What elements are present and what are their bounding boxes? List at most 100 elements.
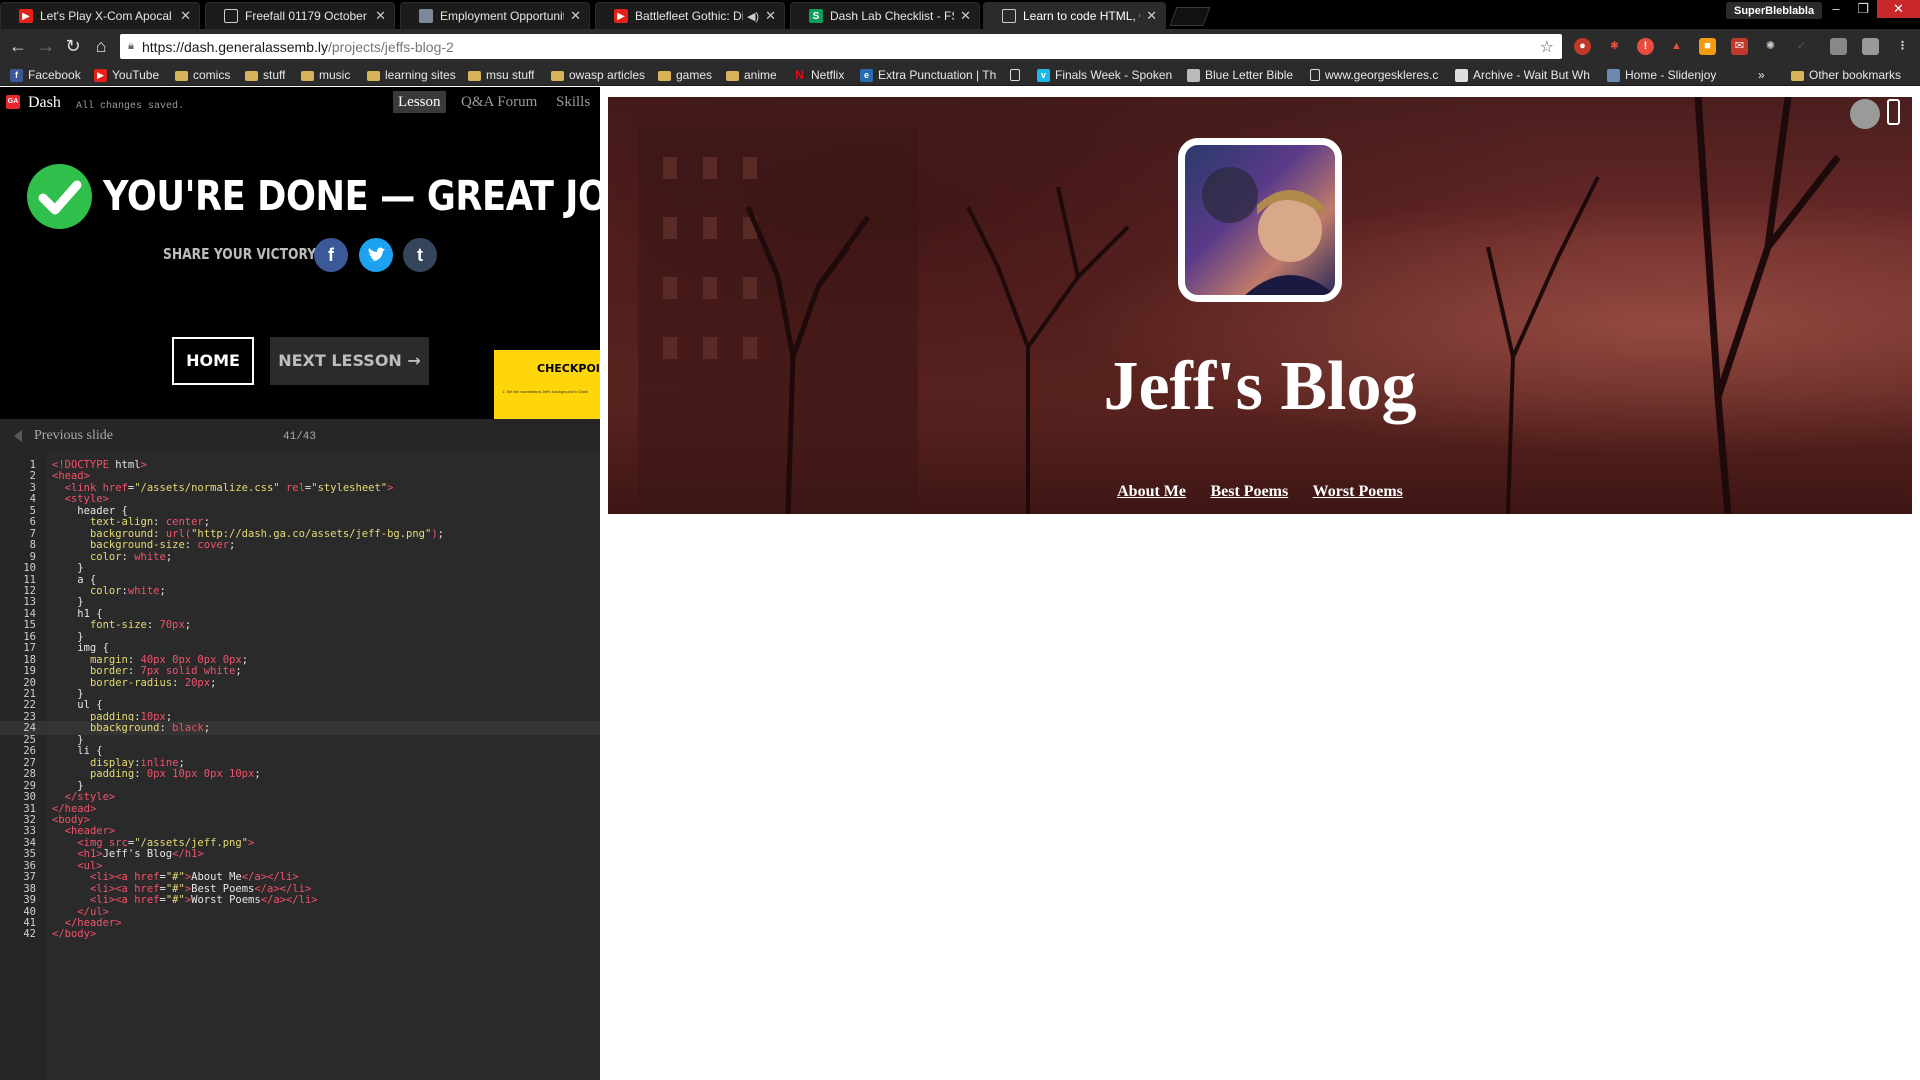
- bookmark-folder[interactable]: msu stuff: [468, 67, 534, 83]
- back-icon[interactable]: ←: [8, 36, 28, 56]
- tab-title: Battlefleet Gothic: Dis: [635, 9, 743, 23]
- youtube-icon: ▶: [94, 68, 107, 82]
- bookmark-folder[interactable]: comics: [175, 67, 230, 83]
- dash-brand[interactable]: Dash: [28, 94, 61, 112]
- bookmark-page[interactable]: [1010, 67, 1025, 83]
- browser-tab-active[interactable]: Learn to code HTML, CSS ✕: [983, 2, 1166, 29]
- close-icon[interactable]: ✕: [1146, 8, 1157, 24]
- tumblr-share-icon[interactable]: t: [403, 238, 437, 272]
- bookmark-blue-letter-bible[interactable]: Blue Letter Bible: [1187, 67, 1293, 83]
- share-label: SHARE YOUR VICTORY:: [163, 245, 321, 263]
- slide-navigation: Previous slide 41/43: [0, 419, 600, 452]
- page-icon: [1455, 68, 1468, 82]
- bookmark-slidenjoy[interactable]: Home - Slidenjoy: [1607, 67, 1716, 83]
- browser-tab[interactable]: Freefall 01179 October 2 ✕: [205, 2, 395, 29]
- sheets-icon: S: [809, 9, 823, 23]
- page-icon: [1010, 69, 1020, 81]
- browser-tab[interactable]: Employment Opportunit ✕: [400, 2, 590, 29]
- browser-tab[interactable]: ▶ Let's Play X-Com Apocal ✕: [0, 2, 200, 29]
- close-icon[interactable]: ✕: [180, 8, 191, 24]
- bookmark-georgeskleres[interactable]: www.georgeskleres.c: [1310, 67, 1445, 83]
- address-bar[interactable]: 🔒︎ https://dash.generalassemb.ly/project…: [120, 34, 1562, 59]
- browser-tab[interactable]: ▶ Battlefleet Gothic: Dis ◀) ✕: [595, 2, 785, 29]
- browser-tab[interactable]: S Dash Lab Checklist - FS1 ✕: [790, 2, 980, 29]
- tab-lesson[interactable]: Lesson: [393, 91, 446, 113]
- extension-icon[interactable]: ▲: [1668, 38, 1685, 55]
- code-text[interactable]: </body>: [52, 927, 96, 941]
- tab-skills[interactable]: Skills: [551, 91, 595, 113]
- chevron-left-icon: [14, 430, 22, 442]
- checkpoint-card[interactable]: CHECKPOINT 1. Set the wonderland Jeff's …: [494, 350, 600, 424]
- extension-icon[interactable]: ■: [1699, 38, 1716, 55]
- restore-icon[interactable]: ❐: [1850, 0, 1876, 18]
- bookmark-folder[interactable]: anime: [726, 67, 777, 83]
- new-tab-button[interactable]: [1169, 7, 1211, 26]
- extension-icon[interactable]: ✱: [1606, 38, 1623, 55]
- ga-logo[interactable]: GA: [6, 95, 20, 109]
- nav-item: Best Poems: [1200, 483, 1298, 500]
- bookmark-netflix[interactable]: N Netflix: [793, 67, 844, 83]
- home-icon[interactable]: ⌂: [91, 36, 111, 56]
- extension-icon[interactable]: ●: [1574, 38, 1591, 55]
- slide-counter: 41/43: [283, 431, 317, 443]
- profile-button[interactable]: SuperBleblabla: [1726, 2, 1823, 19]
- reload-icon[interactable]: ↻: [63, 36, 83, 56]
- extension-icon[interactable]: [1830, 38, 1847, 55]
- bookmark-folder[interactable]: stuff: [245, 67, 285, 83]
- bookmark-star-icon[interactable]: ☆: [1540, 37, 1554, 57]
- bookmark-wait-but-why[interactable]: Archive - Wait But Wh: [1455, 67, 1593, 83]
- code-editor[interactable]: 1 <!DOCTYPE html> 2 <head> 3 <link href="/as…: [0, 452, 600, 1080]
- bookmark-extra-punctuation[interactable]: e Extra Punctuation | Th: [860, 67, 1000, 83]
- browser-tab-strip: ▶ Let's Play X-Com Apocal ✕ Freefall 011…: [0, 0, 1920, 29]
- netflix-icon: N: [795, 67, 804, 82]
- bookmark-folder[interactable]: owasp articles: [551, 67, 645, 83]
- url-text[interactable]: https://dash.generalassemb.ly/projects/j…: [142, 39, 454, 55]
- tab-title: Dash Lab Checklist - FS1: [830, 9, 955, 23]
- browser-toolbar: ← → ↻ ⌂ 🔒︎ https://dash.generalassemb.ly…: [0, 29, 1920, 64]
- save-status: All changes saved.: [76, 101, 185, 112]
- close-icon[interactable]: ✕: [570, 8, 581, 24]
- home-button[interactable]: HOME: [172, 337, 254, 385]
- close-icon[interactable]: ✕: [960, 8, 971, 24]
- extension-icon[interactable]: ✺: [1762, 38, 1779, 55]
- vimeo-icon: v: [1037, 68, 1050, 82]
- window-close-icon[interactable]: ✕: [1877, 0, 1920, 18]
- tab-qa-forum[interactable]: Q&A Forum: [456, 91, 542, 113]
- bookmarks-bar: f Facebook ▶ YouTube comics stuff music le…: [0, 64, 1920, 86]
- nav-link-about-me[interactable]: About Me: [1117, 483, 1186, 500]
- tab-title: Employment Opportunit: [440, 9, 565, 23]
- twitter-share-icon[interactable]: [359, 238, 393, 272]
- blog-title: Jeff's Blog: [1103, 348, 1417, 425]
- bookmark-facebook[interactable]: f Facebook: [10, 67, 81, 83]
- close-icon[interactable]: ✕: [765, 8, 776, 24]
- extension-icon[interactable]: !: [1637, 38, 1654, 55]
- phone-icon[interactable]: [1887, 99, 1900, 125]
- other-bookmarks[interactable]: Other bookmarks: [1791, 67, 1901, 83]
- menu-icon[interactable]: ⋮: [1894, 38, 1911, 55]
- blog-nav: About Me Best Poems Worst Poems: [608, 483, 1912, 501]
- completion-title: YOU'RE DONE — GREAT JOB!: [103, 172, 600, 220]
- nav-item: Worst Poems: [1303, 483, 1413, 500]
- folder-icon: [468, 71, 481, 81]
- bookmark-youtube[interactable]: ▶ YouTube: [94, 67, 159, 83]
- extension-icon[interactable]: [1862, 38, 1879, 55]
- bookmark-folder[interactable]: learning sites: [367, 67, 456, 83]
- facebook-share-icon[interactable]: f: [314, 238, 348, 272]
- speaker-icon[interactable]: ◀): [747, 10, 759, 23]
- next-lesson-button[interactable]: NEXT LESSON →: [270, 337, 429, 385]
- forward-icon[interactable]: →: [36, 36, 56, 56]
- close-icon[interactable]: ✕: [375, 8, 386, 24]
- code-line[interactable]: 42 </body>: [0, 927, 600, 941]
- bookmarks-overflow-icon[interactable]: »: [1758, 67, 1765, 83]
- nav-link-best-poems[interactable]: Best Poems: [1210, 483, 1288, 500]
- bookmark-finals-week[interactable]: v Finals Week - Spoken: [1037, 67, 1172, 83]
- folder-icon: [551, 71, 564, 81]
- previous-slide-button[interactable]: Previous slide: [14, 428, 113, 444]
- bookmark-folder[interactable]: games: [658, 67, 712, 83]
- desktop-view-toggle[interactable]: [1850, 99, 1880, 129]
- nav-link-worst-poems[interactable]: Worst Poems: [1313, 483, 1403, 500]
- extension-icon[interactable]: ✓: [1793, 38, 1810, 55]
- bookmark-folder[interactable]: music: [301, 67, 350, 83]
- minimize-icon[interactable]: –: [1823, 0, 1849, 18]
- extension-icon[interactable]: ✉: [1731, 38, 1748, 55]
